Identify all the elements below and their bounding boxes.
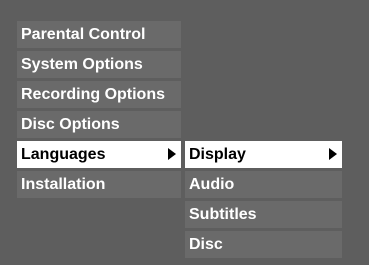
submenu-item-subtitles[interactable]: Subtitles (185, 201, 342, 228)
menu-item-disc-options[interactable]: Disc Options (17, 111, 181, 138)
submenu-item-label: Audio (189, 176, 235, 193)
menu-item-label: Disc Options (21, 116, 120, 133)
menu-item-installation[interactable]: Installation (17, 171, 181, 198)
submenu-item-audio[interactable]: Audio (185, 171, 342, 198)
menu-item-languages[interactable]: Languages (17, 141, 181, 168)
submenu-item-label: Display (189, 146, 246, 163)
languages-submenu: Display Audio Subtitles Disc (185, 141, 342, 261)
submenu-item-label: Subtitles (189, 206, 257, 223)
menu-item-label: Recording Options (21, 86, 165, 103)
menu-item-label: Installation (21, 176, 106, 193)
menu-item-system-options[interactable]: System Options (17, 51, 181, 78)
menu-item-label: System Options (21, 56, 143, 73)
submenu-item-disc[interactable]: Disc (185, 231, 342, 258)
submenu-arrow-icon (329, 148, 337, 160)
main-menu: Parental Control System Options Recordin… (17, 21, 181, 201)
submenu-item-label: Disc (189, 236, 223, 253)
menu-item-recording-options[interactable]: Recording Options (17, 81, 181, 108)
settings-menu-screen: Parental Control System Options Recordin… (0, 0, 369, 265)
submenu-item-display[interactable]: Display (185, 141, 342, 168)
menu-item-label: Parental Control (21, 26, 146, 43)
menu-item-label: Languages (21, 146, 106, 163)
menu-item-parental-control[interactable]: Parental Control (17, 21, 181, 48)
submenu-arrow-icon (168, 148, 176, 160)
